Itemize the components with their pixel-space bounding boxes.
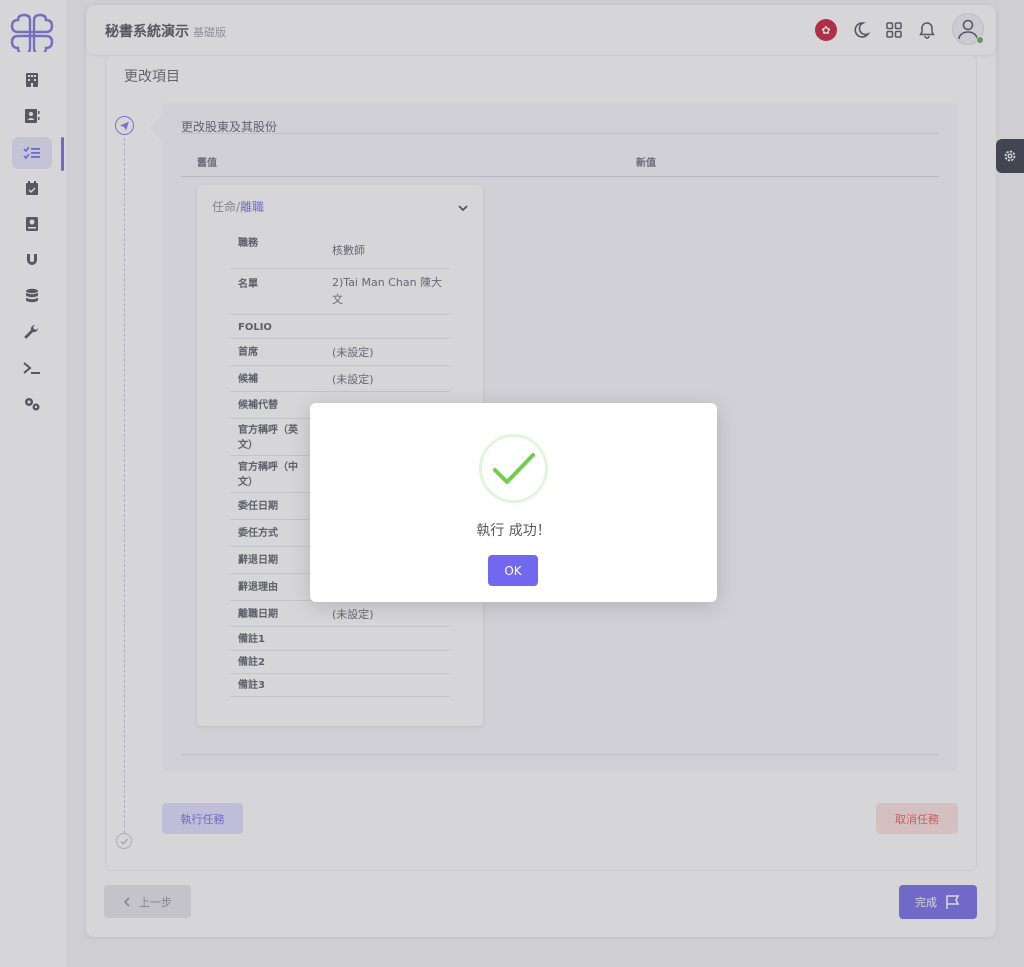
success-dialog: 執行 成功！ OK <box>310 403 717 602</box>
ok-button[interactable]: OK <box>488 555 538 586</box>
checkmark-icon <box>492 452 535 484</box>
success-icon <box>479 434 548 503</box>
dialog-message: 執行 成功！ <box>476 523 551 539</box>
